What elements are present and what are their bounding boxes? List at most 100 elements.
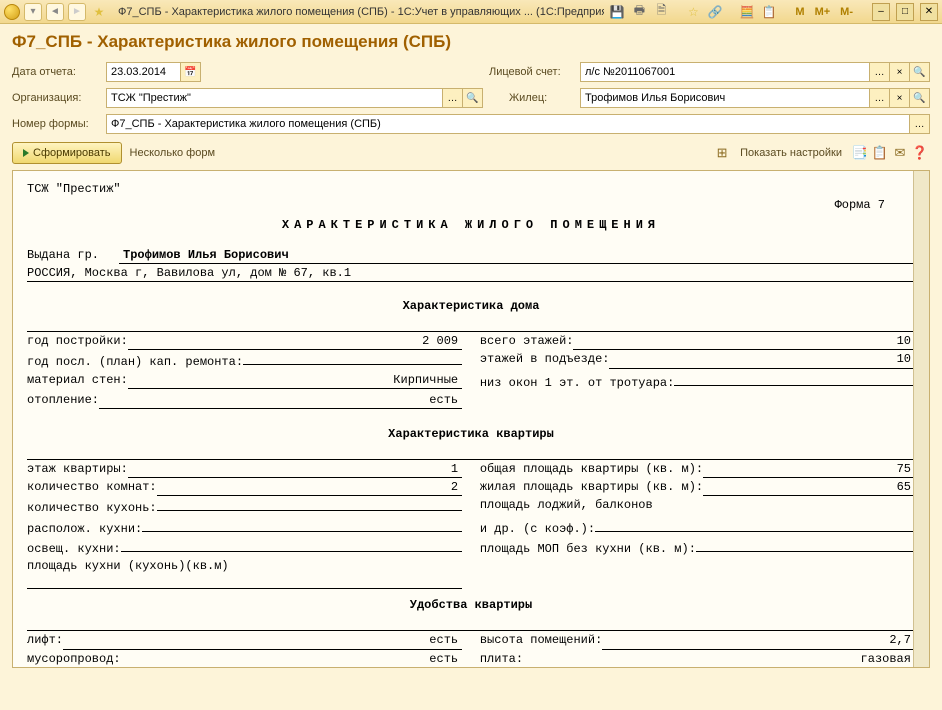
org-label: Организация: [12, 92, 100, 104]
nav-back-button[interactable]: ◄ [46, 3, 64, 21]
email-icon[interactable]: ✉ [890, 143, 910, 163]
account-input[interactable]: л/с №2011067001 [580, 62, 870, 82]
print-icon[interactable]: 🖶 [630, 3, 648, 21]
tool-icon-1[interactable]: 📑 [850, 143, 870, 163]
m-minus-button[interactable]: M- [837, 6, 856, 18]
floors-entrance-label: этажей в подъезде: [480, 351, 610, 367]
height-label: высота помещений: [480, 632, 602, 648]
living-area-value: 65 [703, 479, 915, 496]
total-area-label: общая площадь квартиры (кв. м): [480, 461, 703, 477]
floors-total-label: всего этажей: [480, 333, 574, 349]
close-button[interactable]: ✕ [920, 3, 938, 21]
formnum-label: Номер формы: [12, 118, 100, 130]
kitchens-label: количество кухонь: [27, 500, 157, 516]
windows-label: низ окон 1 эт. от тротуара: [480, 375, 674, 391]
kitchen-pos-value [142, 518, 462, 532]
doc-org: ТСЖ "Престиж" [27, 181, 915, 197]
stove-label: плита: [480, 651, 523, 667]
account-search-button[interactable]: 🔍 [910, 62, 930, 82]
living-area-label: жилая площадь квартиры (кв. м): [480, 479, 703, 495]
calendar-icon[interactable]: 📋 [760, 3, 778, 21]
stove-value: газовая [523, 651, 915, 668]
favorite-icon[interactable]: ☆ [684, 3, 702, 21]
heating-label: отопление: [27, 392, 99, 408]
repair-label: год посл. (план) кап. ремонта: [27, 354, 243, 370]
play-icon [23, 149, 29, 157]
rooms-label: количество комнат: [27, 479, 157, 495]
account-clear-button[interactable]: × [890, 62, 910, 82]
address-line: РОССИЯ, Москва г, Вавилова ул, дом № 67,… [27, 265, 915, 282]
app-icon [4, 4, 20, 20]
show-settings-button[interactable]: Показать настройки [732, 147, 850, 159]
vertical-scrollbar[interactable] [913, 171, 929, 667]
floor-value: 1 [128, 461, 462, 478]
content-area: Ф7_СПБ - Характеристика жилого помещения… [0, 24, 942, 710]
year-value: 2 009 [128, 333, 462, 350]
account-select-button[interactable]: … [870, 62, 890, 82]
year-label: год постройки: [27, 333, 128, 349]
date-picker-button[interactable]: 📅 [181, 62, 201, 82]
settings-icon: ⊞ [712, 143, 732, 163]
material-label: материал стен: [27, 372, 128, 388]
calc-icon[interactable]: 🧮 [738, 3, 756, 21]
link-icon[interactable]: 🔗 [706, 3, 724, 21]
document-preview[interactable]: ТСЖ "Престиж" Форма 7 ХАРАКТЕРИСТИКА ЖИЛ… [12, 170, 930, 668]
tenant-select-button[interactable]: … [870, 88, 890, 108]
save-icon[interactable]: 💾 [608, 3, 626, 21]
date-label: Дата отчета: [12, 66, 100, 78]
tenant-label: Жилец: [489, 92, 574, 104]
section-house: Характеристика дома [27, 298, 915, 314]
doc-form-label: Форма 7 [27, 197, 915, 213]
preview-icon[interactable]: 🗎 [652, 3, 670, 21]
loggia-label2: и др. (с коэф.): [480, 521, 595, 537]
page-title: Ф7_СПБ - Характеристика жилого помещения… [12, 32, 930, 52]
garbage-value: есть [121, 651, 462, 668]
floor-label: этаж квартиры: [27, 461, 128, 477]
m-button[interactable]: M [792, 6, 807, 18]
window-titlebar: ▾ ◄ ► ★ Ф7_СПБ - Характеристика жилого п… [0, 0, 942, 24]
dropdown-button[interactable]: ▾ [24, 3, 42, 21]
tool-icon-2[interactable]: 📋 [870, 143, 890, 163]
loggia-value [595, 518, 915, 532]
nav-fwd-button[interactable]: ► [68, 3, 86, 21]
org-search-button[interactable]: 🔍 [463, 88, 483, 108]
m-plus-button[interactable]: M+ [812, 6, 834, 18]
star-icon[interactable]: ★ [90, 3, 108, 21]
kitchens-value [157, 497, 462, 511]
windows-value [674, 372, 915, 386]
floors-total-value: 10 [573, 333, 914, 350]
kitchen-pos-label: располож. кухни: [27, 521, 142, 537]
generate-button[interactable]: Сформировать [12, 142, 122, 164]
window-title: Ф7_СПБ - Характеристика жилого помещения… [112, 6, 604, 18]
tenant-clear-button[interactable]: × [890, 88, 910, 108]
section-flat: Характеристика квартиры [27, 426, 915, 442]
formnum-input[interactable]: Ф7_СПБ - Характеристика жилого помещения… [106, 114, 910, 134]
repair-value [243, 351, 462, 365]
kitchen-area-label: площадь кухни (кухонь)(кв.м) [27, 558, 229, 574]
account-label: Лицевой счет: [489, 66, 574, 78]
tenant-input[interactable]: Трофимов Илья Борисович [580, 88, 870, 108]
multi-forms-button[interactable]: Несколько форм [122, 147, 223, 159]
garbage-label: мусоропровод: [27, 651, 121, 667]
issued-label: Выдана гр. [27, 247, 99, 264]
minimize-button[interactable]: – [872, 3, 890, 21]
height-value: 2,7 [602, 632, 915, 649]
issued-name: Трофимов Илья Борисович [119, 247, 915, 264]
heating-value: есть [99, 392, 462, 409]
maximize-button[interactable]: □ [896, 3, 914, 21]
help-icon[interactable]: ❓ [910, 143, 930, 163]
kitchen-light-label: освещ. кухни: [27, 541, 121, 557]
lift-label: лифт: [27, 632, 63, 648]
formnum-select-button[interactable]: … [910, 114, 930, 134]
tenant-search-button[interactable]: 🔍 [910, 88, 930, 108]
mop-label: площадь МОП без кухни (кв. м): [480, 541, 696, 557]
section-amenities: Удобства квартиры [27, 597, 915, 613]
floors-entrance-value: 10 [609, 351, 914, 368]
date-input[interactable]: 23.03.2014 [106, 62, 181, 82]
total-area-value: 75 [703, 461, 915, 478]
generate-button-label: Сформировать [33, 147, 111, 159]
mop-value [696, 538, 915, 552]
org-select-button[interactable]: … [443, 88, 463, 108]
org-input[interactable]: ТСЖ "Престиж" [106, 88, 443, 108]
loggia-label1: площадь лоджий, балконов [480, 497, 653, 513]
